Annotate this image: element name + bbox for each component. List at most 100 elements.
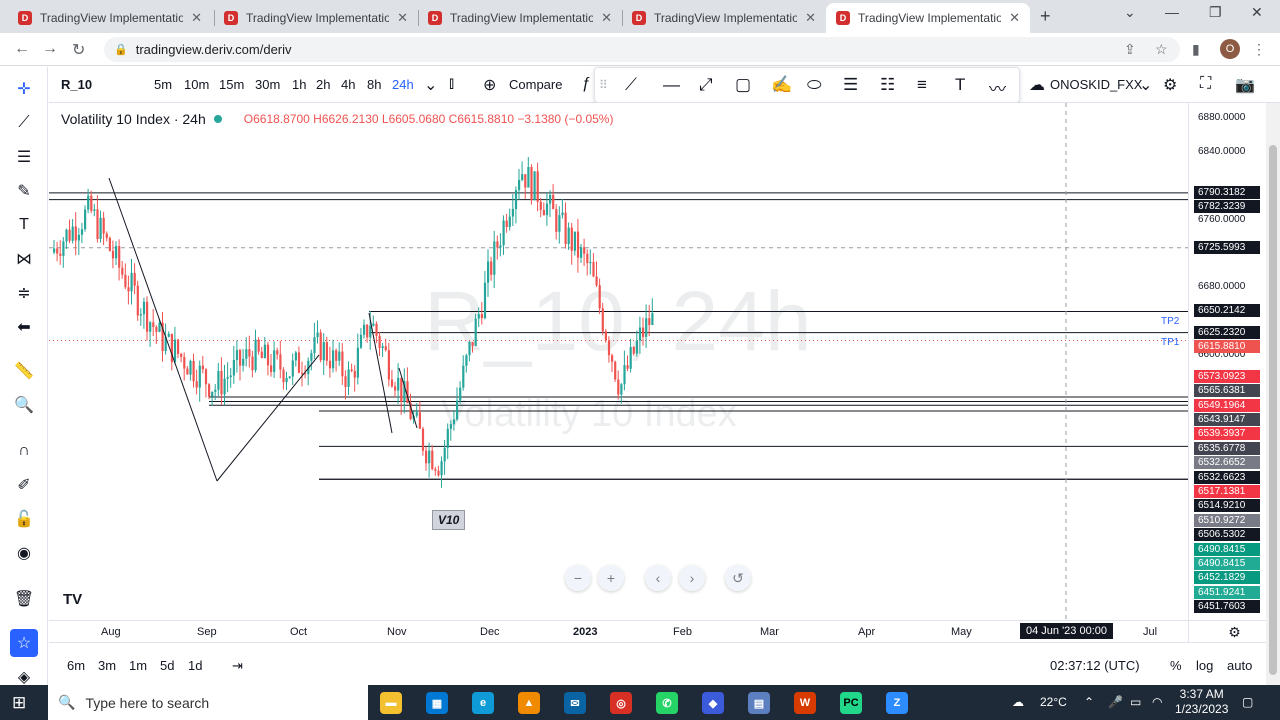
tp1-label[interactable]: TP1 [1161, 337, 1179, 348]
url-field[interactable]: 🔒 tradingview.deriv.com/deriv [104, 37, 1180, 62]
tp2-label[interactable]: TP2 [1161, 316, 1179, 327]
candles-icon[interactable]: ⫾ [449, 75, 454, 93]
page-scrollbar[interactable] [1266, 103, 1280, 685]
taskbar-search[interactable]: 🔍 Type here to search [48, 685, 368, 720]
horizontal-line-icon[interactable]: — [663, 75, 680, 95]
favorites-star-icon[interactable]: ☆ [10, 629, 38, 657]
ray-icon[interactable]: ⤢ [699, 75, 713, 95]
window-close-icon[interactable]: ✕ [1251, 4, 1263, 21]
weather-temp[interactable]: 22°C [1040, 695, 1067, 709]
close-icon[interactable]: ✕ [1009, 10, 1020, 26]
minimize-icon[interactable]: — [1165, 4, 1179, 20]
close-icon[interactable]: ✕ [805, 10, 816, 26]
reset-chart-icon[interactable]: ↺ [725, 565, 751, 591]
browser-tab[interactable]: D TradingView Implementation ✕ [8, 3, 212, 33]
system-clock[interactable]: 3:37 AM 1/23/2023 [1175, 687, 1228, 717]
timeframe-15m[interactable]: 15m [219, 77, 244, 92]
trend-line-icon[interactable]: ⟋ [625, 75, 637, 95]
timeframe-8h[interactable]: 8h [367, 77, 381, 92]
crosshair-icon[interactable]: ✛ [12, 77, 36, 101]
notifications-icon[interactable]: ▢ [1242, 695, 1253, 709]
maximize-icon[interactable]: ❐ [1209, 4, 1222, 21]
indicators-icon[interactable]: ƒ [582, 75, 591, 93]
bookmark-star-icon[interactable]: ☆ [1155, 41, 1168, 58]
settings-gear-icon[interactable]: ⚙ [1163, 75, 1177, 95]
layout-name[interactable]: ONOSKID_FXX [1050, 77, 1142, 92]
timeframe-1h[interactable]: 1h [292, 77, 306, 92]
weather-icon[interactable]: ☁ [1012, 695, 1024, 709]
range-5d[interactable]: 5d [160, 658, 174, 673]
reload-icon[interactable]: ↻ [72, 40, 85, 60]
back-icon[interactable]: ← [14, 40, 30, 58]
whatsapp-icon[interactable]: ✆ [656, 692, 678, 714]
utc-clock[interactable]: 02:37:12 (UTC) [1050, 658, 1140, 673]
cloud-icon[interactable]: ☁ [1029, 75, 1045, 95]
tray-chevron-icon[interactable]: ⌃ [1084, 695, 1094, 709]
back-arrow-icon[interactable]: ⬅ [12, 315, 36, 339]
fib-channel-icon[interactable]: ☷ [880, 75, 895, 95]
range-1m[interactable]: 1m [129, 658, 147, 673]
date-range-icon[interactable]: ⇥ [232, 658, 243, 674]
new-tab-button[interactable]: + [1040, 6, 1051, 27]
side-panel-icon[interactable]: ▮ [1192, 41, 1200, 58]
vlc-icon[interactable]: ▲ [518, 692, 540, 714]
timeframe-5m[interactable]: 5m [154, 77, 172, 92]
ruler-icon[interactable]: 📏 [12, 359, 36, 383]
zoom-in-icon[interactable]: 🔍 [12, 393, 36, 417]
timeframe-30m[interactable]: 30m [255, 77, 280, 92]
app-icon[interactable]: ◆ [702, 692, 724, 714]
windows-start-icon[interactable]: ⊞ [12, 693, 26, 713]
edge-icon[interactable]: e [472, 692, 494, 714]
wps-icon[interactable]: W [794, 692, 816, 714]
text-tool-icon[interactable]: T [12, 213, 36, 237]
camera-icon[interactable]: 📷 [1235, 75, 1255, 95]
scrollbar-thumb[interactable] [1269, 145, 1277, 675]
mail-icon[interactable]: ✉ [564, 692, 586, 714]
battery-icon[interactable]: ▭ [1130, 695, 1141, 709]
zoom-in-icon[interactable]: + [598, 565, 624, 591]
lock-drawing-icon[interactable]: ✐ [12, 473, 36, 497]
timeframe-2h[interactable]: 2h [316, 77, 330, 92]
browser-tab[interactable]: D TradingView Implementation ✕ [418, 3, 622, 33]
document-icon[interactable]: ▤ [748, 692, 770, 714]
close-icon[interactable]: ✕ [191, 10, 202, 26]
forward-icon[interactable]: → [42, 40, 58, 58]
pattern-icon[interactable]: ⋈ [12, 247, 36, 271]
symbol-search[interactable]: R_10 [61, 77, 92, 92]
wifi-icon[interactable]: ◠ [1152, 695, 1162, 709]
range-3m[interactable]: 3m [98, 658, 116, 673]
ellipse-icon[interactable]: ⬭ [807, 75, 822, 95]
chart-pane[interactable]: R_10, 24h Volatility 10 Index Volatility… [49, 103, 1188, 620]
pycharm-icon[interactable]: PC [840, 692, 862, 714]
rectangle-icon[interactable]: ▢ [735, 75, 751, 95]
zoom-icon[interactable]: Z [886, 692, 908, 714]
auto-toggle[interactable]: auto [1227, 658, 1252, 673]
trash-icon[interactable]: 🗑 [12, 587, 36, 611]
lock-icon[interactable]: 🔓 [12, 507, 36, 531]
menu-dots-icon[interactable]: ⋮ [1252, 41, 1266, 58]
tab-search-icon[interactable]: ⌄ [1124, 4, 1136, 21]
fib-retracement-icon[interactable]: ≡ [917, 75, 927, 95]
zoom-out-icon[interactable]: − [565, 565, 591, 591]
browser-tab-active[interactable]: D TradingView Implementation ✕ [826, 3, 1030, 33]
scroll-right-icon[interactable]: › [679, 565, 705, 591]
profile-avatar[interactable]: O [1220, 39, 1240, 59]
log-toggle[interactable]: log [1196, 658, 1213, 673]
store-icon[interactable]: ▦ [426, 692, 448, 714]
file-explorer-icon[interactable]: ▬ [380, 692, 402, 714]
share-icon[interactable]: ⇪ [1124, 41, 1136, 58]
chevron-down-icon[interactable]: ⌄ [424, 75, 437, 95]
tradingview-logo-icon[interactable]: TV [63, 591, 82, 608]
brush-icon[interactable]: ✍ [771, 75, 792, 95]
chrome-icon[interactable]: ◎ [610, 692, 632, 714]
microphone-icon[interactable]: 🎤 [1108, 695, 1123, 709]
time-axis[interactable]: Aug Sep Oct Nov Dec 2023 Feb Mar Apr May… [49, 620, 1188, 642]
v10-label[interactable]: V10 [432, 510, 466, 530]
magnet-icon[interactable]: ∩ [12, 439, 36, 463]
browser-tab[interactable]: D TradingView Implementation ✕ [622, 3, 826, 33]
scroll-left-icon[interactable]: ‹ [645, 565, 671, 591]
timeframe-24h[interactable]: 24h [392, 77, 414, 92]
brush-icon[interactable]: ✎ [12, 179, 36, 203]
path-icon[interactable]: 〰 [989, 75, 1006, 100]
chevron-down-icon[interactable]: ⌄ [1139, 75, 1152, 95]
